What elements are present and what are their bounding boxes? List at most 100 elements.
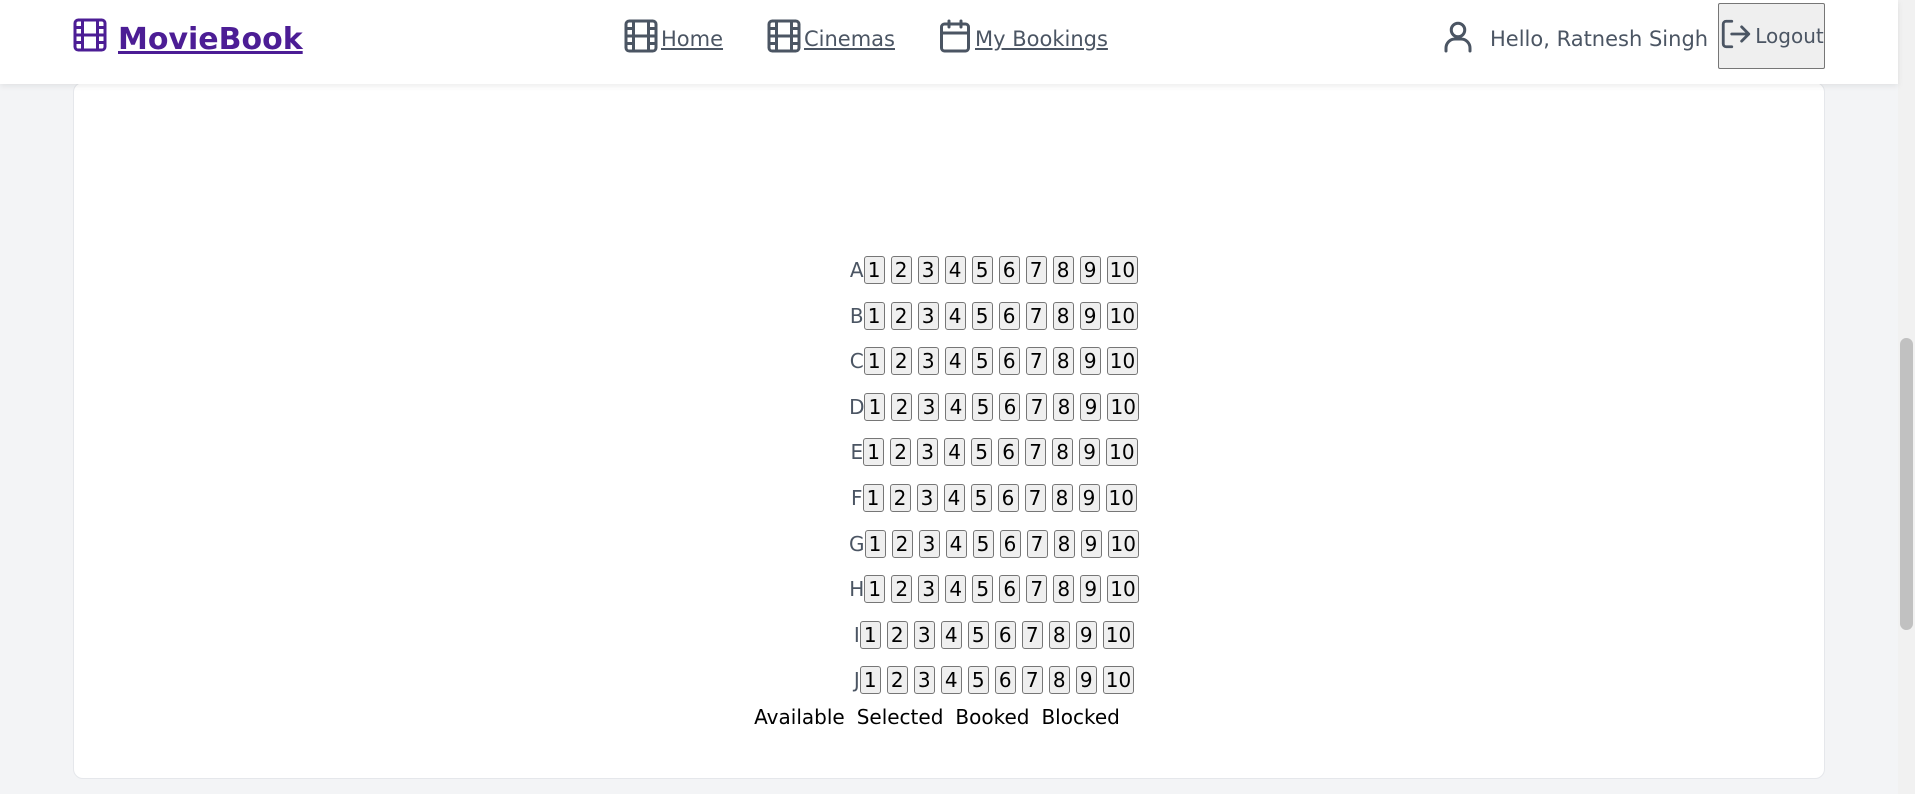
seat-button[interactable]: 10 [1106, 256, 1139, 284]
seat-button[interactable]: 1 [859, 666, 881, 694]
seat-button[interactable]: 10 [1106, 438, 1138, 466]
seat-button[interactable]: 3 [913, 666, 935, 694]
seat-button[interactable]: 4 [943, 484, 965, 512]
seat-button[interactable]: 9 [1080, 393, 1102, 421]
seat-button[interactable]: 7 [1025, 256, 1047, 284]
seat-button[interactable]: 6 [994, 621, 1016, 649]
seat-button[interactable]: 7 [1025, 347, 1047, 375]
seat-button[interactable]: 7 [1024, 484, 1046, 512]
page-scrollbar[interactable] [1898, 0, 1915, 794]
seat-button[interactable]: 6 [998, 347, 1020, 375]
seat-button[interactable]: 7 [1025, 302, 1047, 330]
seat-button[interactable]: 9 [1080, 575, 1102, 603]
seat-button[interactable]: 4 [940, 666, 962, 694]
seat-button[interactable]: 2 [891, 530, 913, 558]
seat-button[interactable]: 6 [998, 302, 1020, 330]
seat-button[interactable]: 5 [967, 666, 989, 694]
seat-button[interactable]: 4 [940, 621, 962, 649]
seat-button[interactable]: 8 [1048, 666, 1070, 694]
seat-button[interactable]: 9 [1078, 484, 1100, 512]
seat-button[interactable]: 5 [971, 256, 993, 284]
seat-button[interactable]: 7 [1021, 621, 1043, 649]
seat-button[interactable]: 5 [972, 530, 994, 558]
seat-button[interactable]: 3 [917, 438, 939, 466]
seat-button[interactable]: 7 [1026, 575, 1048, 603]
seat-button[interactable]: 8 [1048, 621, 1070, 649]
seat-button[interactable]: 9 [1075, 666, 1097, 694]
seat-button[interactable]: 3 [918, 575, 940, 603]
seat-button[interactable]: 9 [1079, 302, 1101, 330]
seat-button[interactable]: 5 [972, 393, 994, 421]
seat-button[interactable]: 4 [944, 302, 966, 330]
seat-button[interactable]: 2 [890, 347, 912, 375]
seat-button[interactable]: 8 [1052, 256, 1074, 284]
nav-cinemas-link[interactable]: Cinemas [766, 18, 895, 59]
seat-button[interactable]: 1 [864, 575, 886, 603]
seat-button[interactable]: 8 [1053, 530, 1075, 558]
seat-button[interactable]: 4 [944, 438, 966, 466]
seat-button[interactable]: 6 [999, 393, 1021, 421]
seat-button[interactable]: 6 [994, 666, 1016, 694]
seat-button[interactable]: 3 [918, 393, 940, 421]
logout-button[interactable]: Logout [1718, 3, 1825, 69]
seat-button[interactable]: 7 [1026, 530, 1048, 558]
seat-button[interactable]: 10 [1105, 484, 1137, 512]
seat-button[interactable]: 2 [891, 575, 913, 603]
seat-button[interactable]: 9 [1080, 530, 1102, 558]
seat-button[interactable]: 2 [890, 256, 912, 284]
seat-button[interactable]: 5 [971, 302, 993, 330]
seat-button[interactable]: 10 [1107, 575, 1139, 603]
seat-button[interactable]: 1 [864, 393, 886, 421]
seat-button[interactable]: 4 [945, 575, 967, 603]
seat-button[interactable]: 4 [945, 393, 967, 421]
seat-button[interactable]: 5 [970, 484, 992, 512]
scrollbar-thumb[interactable] [1900, 338, 1913, 630]
seat-button[interactable]: 2 [891, 393, 913, 421]
seat-button[interactable]: 2 [890, 438, 912, 466]
seat-button[interactable]: 10 [1106, 347, 1139, 375]
seat-button[interactable]: 5 [972, 575, 994, 603]
seat-button[interactable]: 9 [1079, 256, 1101, 284]
seat-button[interactable]: 8 [1051, 484, 1073, 512]
brand-link[interactable]: MovieBook [72, 17, 303, 61]
seat-button[interactable]: 9 [1079, 347, 1101, 375]
seat-button[interactable]: 10 [1102, 666, 1135, 694]
seat-button[interactable]: 4 [944, 347, 966, 375]
nav-home-link[interactable]: Home [623, 18, 723, 59]
seat-button[interactable]: 1 [863, 256, 885, 284]
seat-button[interactable]: 2 [890, 302, 912, 330]
seat-button[interactable]: 7 [1021, 666, 1043, 694]
seat-button[interactable]: 10 [1102, 621, 1135, 649]
seat-button[interactable]: 5 [967, 621, 989, 649]
seat-button[interactable]: 4 [945, 530, 967, 558]
nav-my-bookings-link[interactable]: My Bookings [937, 18, 1108, 59]
seat-button[interactable]: 3 [917, 347, 939, 375]
seat-button[interactable]: 2 [889, 484, 911, 512]
seat-button[interactable]: 6 [998, 256, 1020, 284]
seat-button[interactable]: 1 [863, 347, 885, 375]
seat-button[interactable]: 1 [859, 621, 881, 649]
seat-button[interactable]: 8 [1053, 393, 1075, 421]
seat-button[interactable]: 10 [1106, 302, 1139, 330]
seat-button[interactable]: 1 [862, 484, 884, 512]
seat-button[interactable]: 5 [971, 438, 993, 466]
seat-button[interactable]: 9 [1075, 621, 1097, 649]
seat-button[interactable]: 3 [918, 530, 940, 558]
seat-button[interactable]: 2 [886, 666, 908, 694]
seat-button[interactable]: 1 [863, 438, 885, 466]
seat-button[interactable]: 3 [917, 302, 939, 330]
seat-button[interactable]: 10 [1107, 530, 1139, 558]
seat-button[interactable]: 3 [913, 621, 935, 649]
seat-button[interactable]: 6 [999, 575, 1021, 603]
seat-button[interactable]: 8 [1052, 302, 1074, 330]
seat-button[interactable]: 8 [1052, 347, 1074, 375]
seat-button[interactable]: 2 [886, 621, 908, 649]
seat-button[interactable]: 6 [997, 484, 1019, 512]
seat-button[interactable]: 8 [1052, 438, 1074, 466]
seat-button[interactable]: 6 [999, 530, 1021, 558]
seat-button[interactable]: 4 [944, 256, 966, 284]
seat-button[interactable]: 9 [1079, 438, 1101, 466]
seat-button[interactable]: 1 [863, 302, 885, 330]
seat-button[interactable]: 3 [916, 484, 938, 512]
seat-button[interactable]: 10 [1107, 393, 1139, 421]
